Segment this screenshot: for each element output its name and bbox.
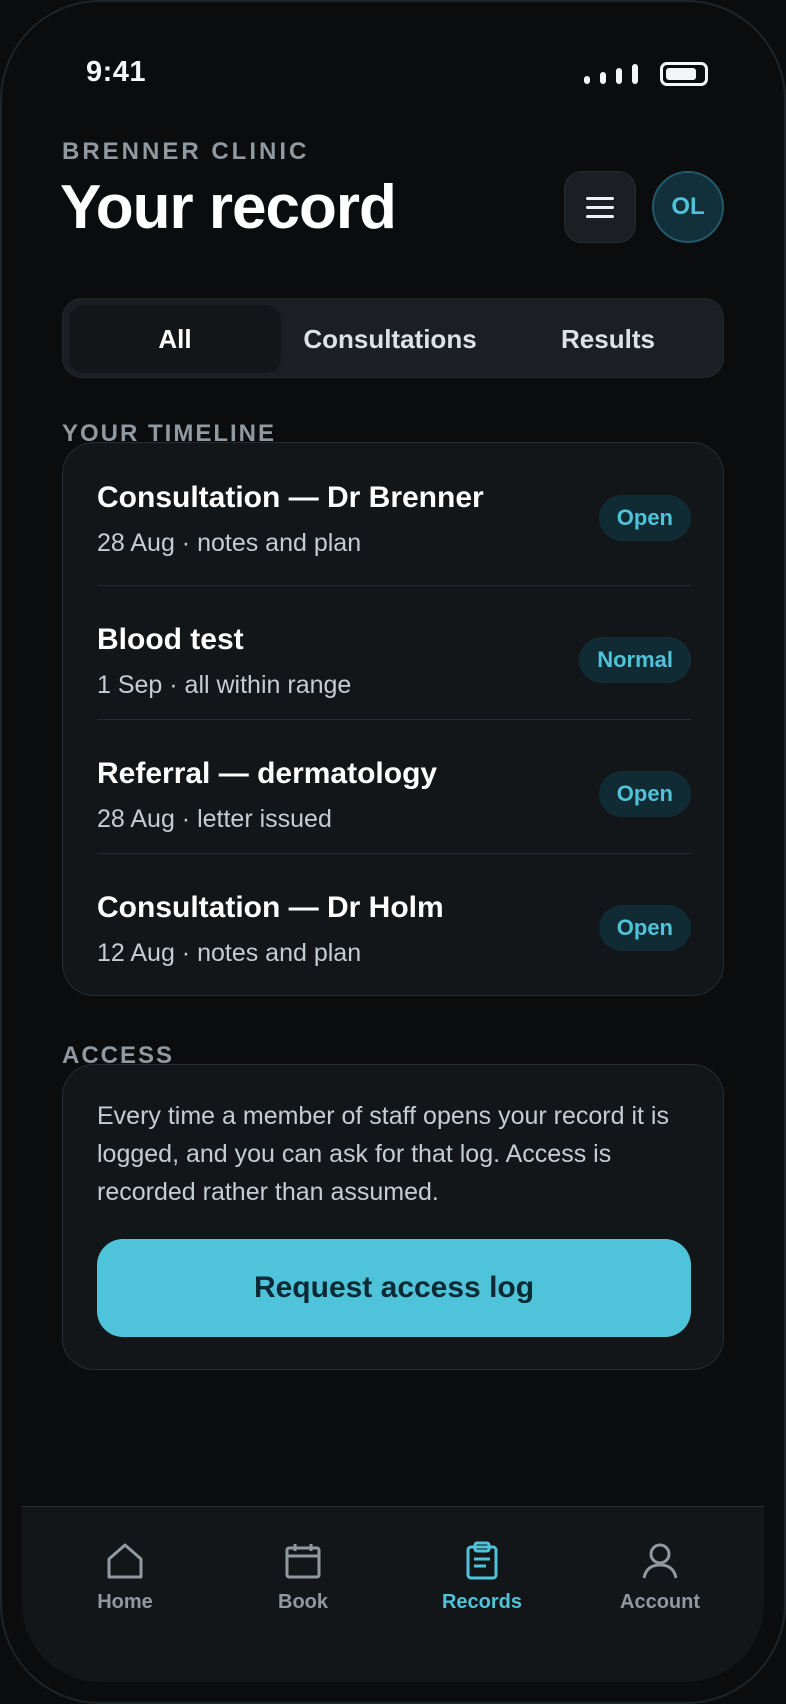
- timeline-item[interactable]: Consultation — Dr Holm 12 Aug · notes an…: [97, 853, 691, 987]
- home-icon: [107, 1543, 143, 1579]
- nav-book[interactable]: Book: [233, 1541, 373, 1631]
- signal-icon: [584, 64, 638, 84]
- nav-book-label: Book: [278, 1591, 328, 1613]
- page-title: Your record: [60, 173, 397, 242]
- status-badge: Open: [598, 495, 691, 541]
- nav-records-label: Records: [441, 1591, 523, 1613]
- clinic-name: BRENNER CLINIC: [62, 138, 310, 165]
- menu-button[interactable]: [564, 171, 636, 243]
- nav-records[interactable]: Records: [412, 1541, 552, 1631]
- timeline-item[interactable]: Referral — dermatology 28 Aug · letter i…: [97, 719, 691, 853]
- calendar-icon: [285, 1544, 321, 1579]
- avatar[interactable]: OL: [652, 171, 724, 243]
- tab-results[interactable]: Results: [501, 305, 715, 373]
- nav-account[interactable]: Account: [590, 1541, 730, 1631]
- status-badge: Normal: [579, 637, 691, 683]
- timeline-item-subtitle: 28 Aug · letter issued: [97, 805, 332, 833]
- filter-tabs: All Consultations Results: [62, 298, 724, 378]
- tab-consultations[interactable]: Consultations: [285, 305, 495, 373]
- person-icon: [642, 1543, 678, 1579]
- timeline-item-subtitle: 1 Sep · all within range: [97, 671, 352, 699]
- nav-home[interactable]: Home: [55, 1541, 195, 1631]
- status-badge: Open: [598, 771, 691, 817]
- timeline-item[interactable]: Blood test 1 Sep · all within range Norm…: [97, 585, 691, 719]
- timeline-card: Consultation — Dr Brenner 28 Aug · notes…: [62, 442, 724, 996]
- nav-account-label: Account: [620, 1591, 700, 1613]
- timeline-item[interactable]: Consultation — Dr Brenner 28 Aug · notes…: [97, 443, 691, 577]
- timeline-item-subtitle: 12 Aug · notes and plan: [97, 939, 362, 967]
- timeline-item-title: Blood test: [97, 623, 244, 656]
- battery-icon: [660, 62, 708, 86]
- status-badge: Open: [598, 905, 691, 951]
- access-card: Every time a member of staff opens your …: [62, 1064, 724, 1370]
- timeline-item-title: Consultation — Dr Holm: [97, 891, 444, 924]
- nav-home-label: Home: [97, 1591, 153, 1613]
- tab-all[interactable]: All: [69, 305, 281, 373]
- clipboard-icon: [466, 1541, 498, 1580]
- timeline-item-title: Consultation — Dr Brenner: [97, 481, 484, 514]
- timeline-item-subtitle: 28 Aug · notes and plan: [97, 529, 362, 557]
- menu-icon: [586, 196, 614, 200]
- phone-screen: 9:41 BRENNER CLINIC Your record OL All C…: [0, 0, 786, 1704]
- timeline-item-title: Referral — dermatology: [97, 757, 438, 790]
- request-access-log-button[interactable]: Request access log: [97, 1239, 691, 1337]
- access-description: Every time a member of staff opens your …: [97, 1102, 669, 1206]
- status-time: 9:41: [86, 56, 147, 88]
- bottom-nav: Home Book Records Account: [22, 1506, 764, 1682]
